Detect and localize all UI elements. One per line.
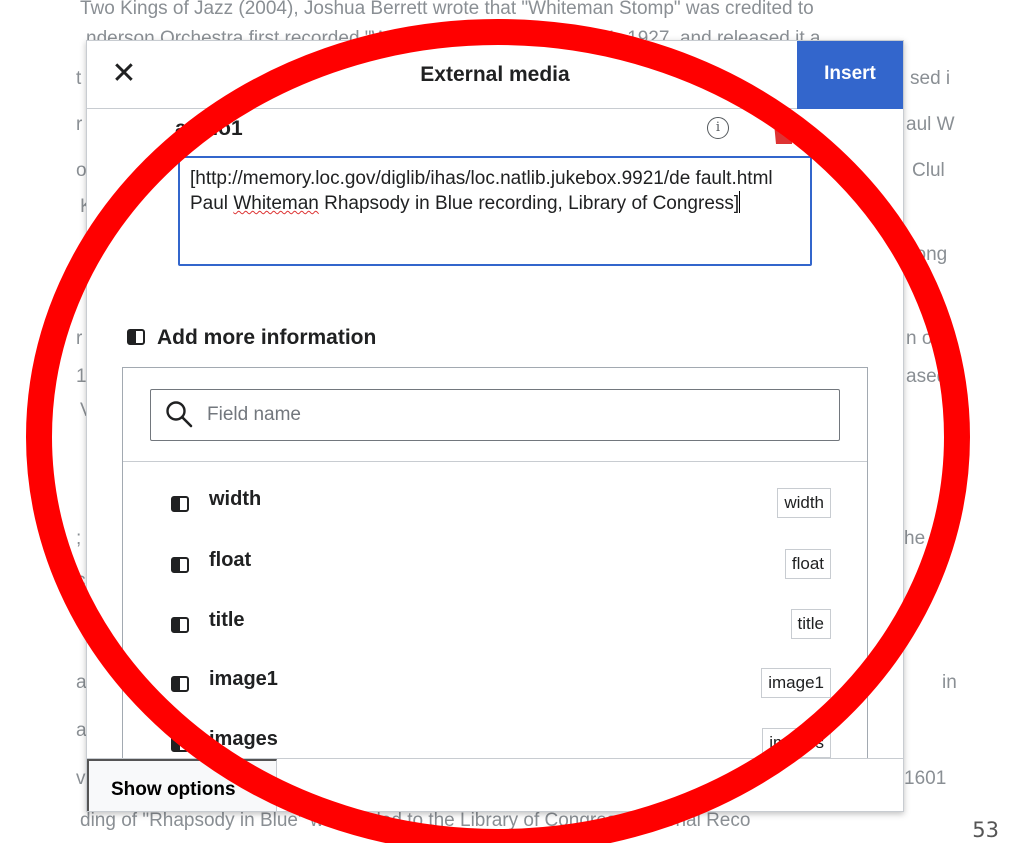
external-media-dialog: ✕ External media Insert audio1 i [http:/…: [86, 40, 904, 812]
article-text-line: o: [76, 244, 87, 265]
article-text-line: sed i: [910, 68, 951, 89]
insert-button-label: Insert: [824, 63, 876, 84]
more-info-label: Add more information: [157, 326, 377, 349]
checkbox-icon[interactable]: [171, 676, 189, 692]
article-text-line: aul W: [906, 114, 955, 135]
article-text-line: ding of "Rhapsody in Blue" was added to …: [80, 810, 751, 831]
field-row-float[interactable]: float float: [123, 545, 867, 593]
article-text-line: in: [942, 672, 957, 693]
field-label: image1: [209, 668, 278, 690]
field-row-title[interactable]: title title: [123, 605, 867, 653]
article-text-line: n of t: [906, 328, 949, 349]
search-placeholder: Field name: [207, 404, 301, 425]
field-label: title: [209, 609, 245, 631]
article-text-line: ased: [906, 366, 948, 387]
article-text-line: t: [76, 68, 82, 89]
insert-button[interactable]: Insert: [797, 41, 903, 109]
article-text-line: Two Kings of Jazz (2004), Joshua Berrett…: [80, 0, 814, 19]
article-text-line: r: [76, 328, 83, 349]
article-text-line: 1: [76, 366, 87, 387]
field-code: width: [777, 488, 831, 518]
article-text-line: ;: [76, 528, 82, 549]
article-text-line: a: [76, 672, 87, 693]
field-row-width[interactable]: width width: [123, 484, 867, 532]
search-row: Field name: [123, 368, 867, 462]
field-row-image1[interactable]: image1 image1: [123, 664, 867, 712]
article-text-line: 1601: [904, 768, 947, 789]
search-icon: [166, 401, 193, 428]
add-more-information-toggle[interactable]: Add more information: [127, 326, 376, 350]
article-text-line: Clul: [912, 160, 945, 181]
show-options-button[interactable]: Show options: [87, 759, 277, 811]
checkbox-icon[interactable]: [171, 557, 189, 573]
checkbox-icon[interactable]: [171, 496, 189, 512]
field-label: float: [209, 549, 252, 571]
article-text-line: c: [76, 570, 86, 591]
article-text-line: song: [906, 244, 948, 265]
value-text-2: Rhapsody in Blue recording, Library of C…: [318, 193, 740, 214]
dialog-footer: Show options: [87, 758, 903, 811]
value-text-spell: Whiteman: [233, 193, 319, 214]
article-text-line: v: [76, 768, 86, 789]
fields-panel: Field name width width float float title titl…: [122, 367, 868, 811]
article-text-line: a: [76, 720, 87, 741]
field-code: title: [790, 609, 831, 639]
checkbox-icon[interactable]: [171, 736, 189, 752]
show-options-label: Show options: [111, 779, 236, 800]
trash-icon[interactable]: [771, 113, 797, 145]
field-code: image1: [761, 668, 831, 698]
field-search-input[interactable]: Field name: [150, 389, 840, 441]
field-label: images: [209, 728, 278, 750]
dialog-header: ✕ External media Insert: [87, 41, 903, 109]
checkbox-icon: [127, 329, 145, 345]
article-text-line: he G: [904, 528, 946, 549]
parameter-name: audio1: [175, 117, 243, 140]
field-label: width: [209, 488, 262, 510]
info-icon[interactable]: i: [707, 117, 729, 139]
article-text-line: r: [76, 114, 83, 135]
dialog-title: External media: [420, 63, 570, 86]
field-code: images: [762, 728, 831, 758]
field-code: float: [784, 549, 831, 579]
article-text-line: o: [76, 160, 87, 181]
text-caret: [739, 191, 741, 213]
parameter-value-input[interactable]: [http://memory.loc.gov/diglib/ihas/loc.n…: [178, 156, 812, 266]
slide-number: 53: [972, 818, 999, 842]
checkbox-icon[interactable]: [171, 617, 189, 633]
